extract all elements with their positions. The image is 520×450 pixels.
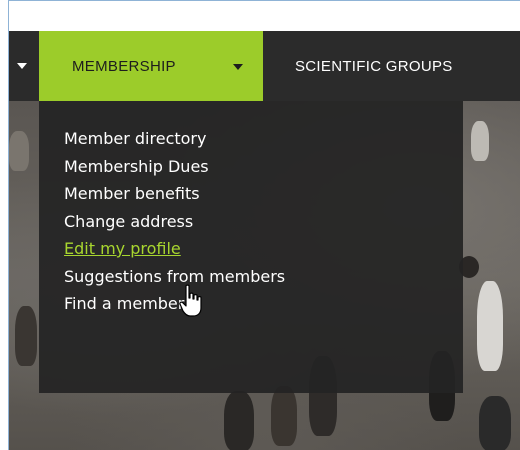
nav-item-membership-label: MEMBERSHIP — [72, 58, 176, 75]
hand-pointer-icon — [179, 284, 202, 317]
caret-down-icon[interactable] — [17, 63, 27, 69]
caret-down-icon — [233, 64, 243, 70]
menu-item-find-a-member[interactable]: Find a member — [64, 294, 285, 322]
menu-item-suggestions-from-members[interactable]: Suggestions from members — [64, 267, 285, 295]
screenshot-frame: MEMBERSHIP SCIENTIFIC GROUPS Member dire… — [8, 0, 520, 450]
dropdown-list: Member directory Membership Dues Member … — [64, 129, 285, 322]
menu-item-membership-dues[interactable]: Membership Dues — [64, 157, 285, 185]
nav-item-membership[interactable]: MEMBERSHIP — [39, 31, 263, 101]
main-navigation-bar: MEMBERSHIP SCIENTIFIC GROUPS — [9, 31, 520, 101]
menu-item-member-directory[interactable]: Member directory — [64, 129, 285, 157]
nav-item-scientific-groups[interactable]: SCIENTIFIC GROUPS — [295, 58, 453, 75]
menu-item-edit-my-profile[interactable]: Edit my profile — [64, 239, 285, 267]
menu-item-member-benefits[interactable]: Member benefits — [64, 184, 285, 212]
menu-item-change-address[interactable]: Change address — [64, 212, 285, 240]
membership-dropdown-menu: Member directory Membership Dues Member … — [39, 101, 463, 393]
